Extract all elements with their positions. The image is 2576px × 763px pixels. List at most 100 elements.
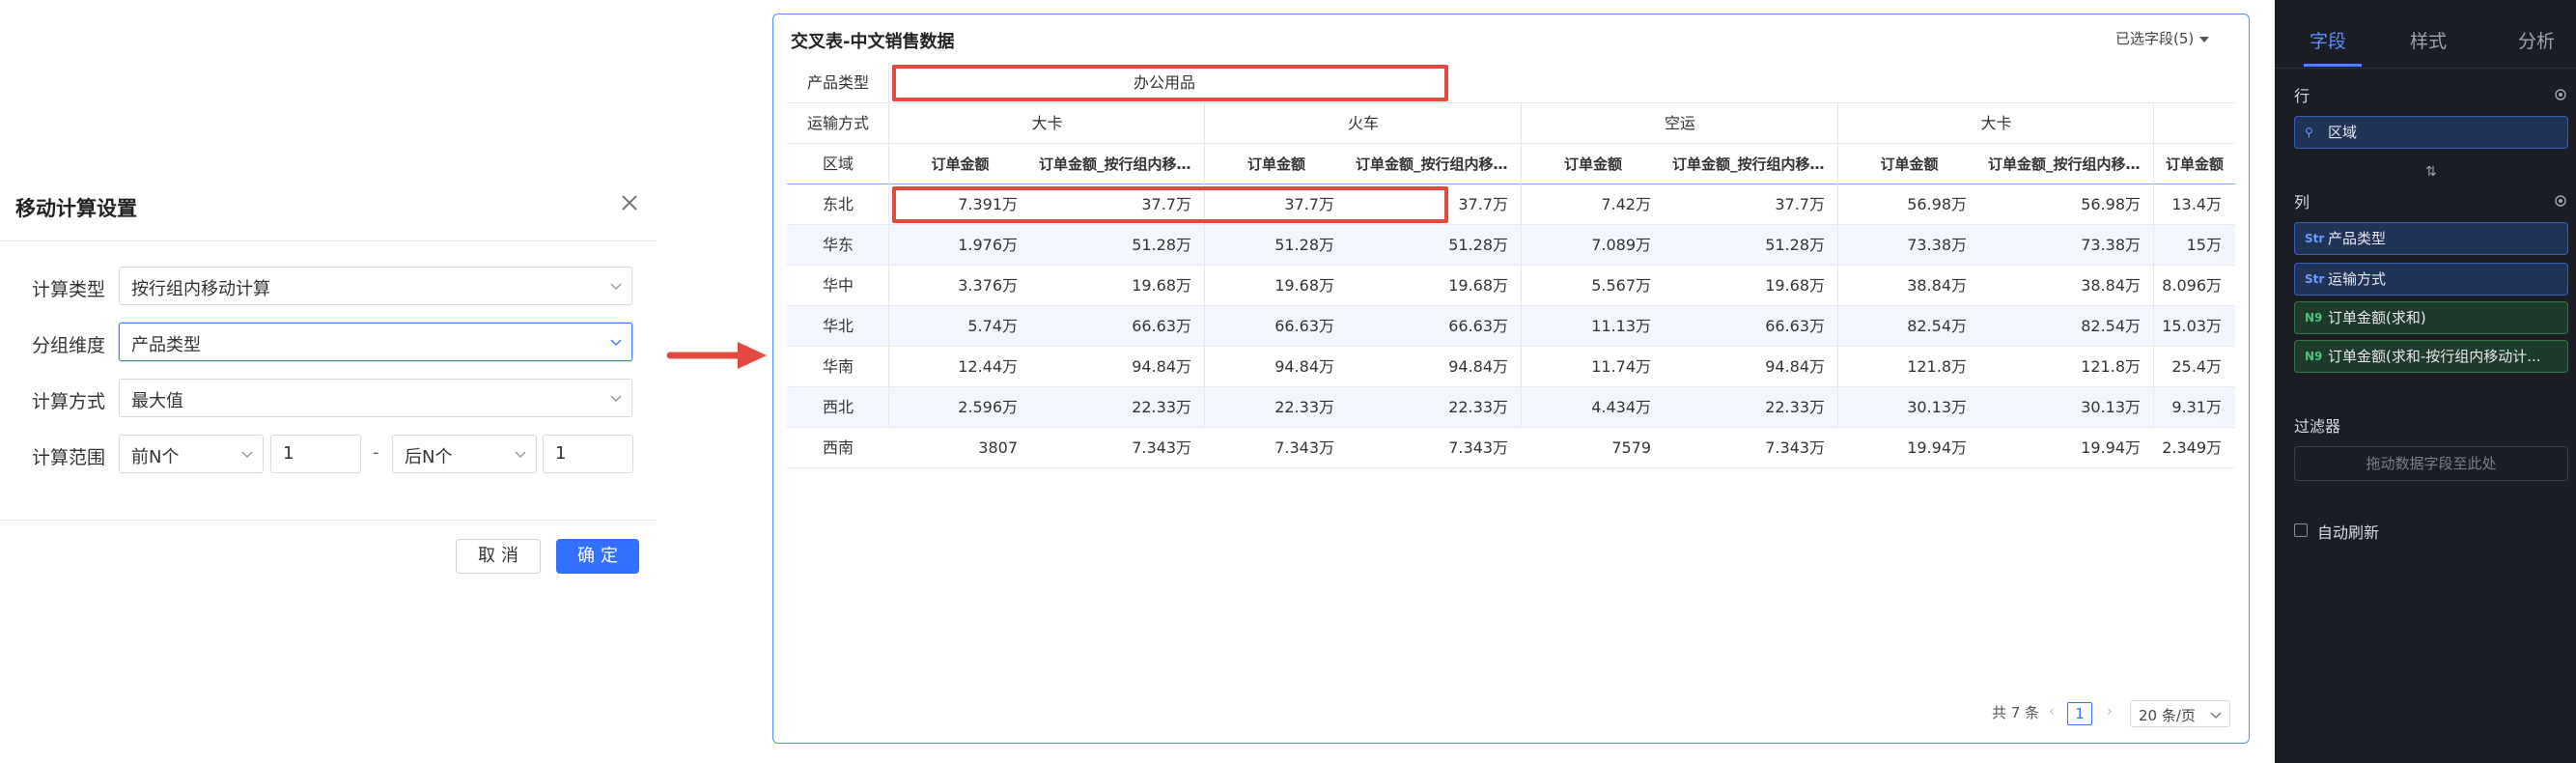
number-type-icon: N9 [2305, 311, 2323, 325]
panel-divider [2275, 68, 2576, 69]
value-cell: 94.84万 [1765, 357, 1825, 376]
cross-table-card: 交叉表-中文销售数据 已选字段(5) 产品类型 运输方式 区域 办公用品 大卡 火车 空运大… [772, 14, 2250, 744]
value-cell: 1.976万 [958, 236, 1018, 254]
range-before-select-value: 前N个 [131, 447, 180, 467]
grid-vline [1837, 103, 1838, 428]
transport-group-header: 大卡 [1031, 114, 1063, 132]
value-cell: 25.4万 [2171, 357, 2222, 376]
region-cell: 西北 [822, 398, 854, 416]
value-cell: 19.68万 [1274, 276, 1334, 295]
calc-method-row: 计算方式 最大值 [0, 379, 657, 419]
measure-header: 订单金额 [2165, 155, 2224, 173]
auto-refresh-checkbox[interactable] [2294, 523, 2308, 537]
value-cell: 19.94万 [1907, 438, 1967, 457]
cols-section-label: 列 [2294, 193, 2310, 212]
calc-type-select[interactable]: 按行组内移动计算 [119, 267, 632, 305]
measure-header: 订单金额 [1246, 155, 1305, 173]
col-field-chip-transport[interactable]: Str 运输方式 [2294, 263, 2568, 296]
next-page-icon[interactable]: › [2107, 702, 2113, 720]
range-before-select[interactable]: 前N个 [119, 435, 264, 473]
range-before-input[interactable]: 1 [270, 435, 361, 473]
ok-button[interactable]: 确定 [556, 539, 639, 574]
page-number-current[interactable]: 1 [2067, 702, 2092, 725]
pivot-grid: 产品类型运输方式区域办公用品大卡火车空运大卡订单金额订单金额_按行组内移动计算订… [787, 63, 2235, 502]
measure-header: 订单金额_按行组内移动计算 [1988, 155, 2146, 173]
value-cell: 11.13万 [1591, 317, 1651, 335]
measure-header: 订单金额_按行组内移动计算 [1672, 155, 1831, 173]
calc-method-select[interactable]: 最大值 [119, 379, 632, 417]
value-cell: 7.343万 [1132, 438, 1191, 457]
value-cell: 51.28万 [1132, 236, 1191, 254]
region-cell: 华东 [822, 236, 854, 254]
value-cell: 7.343万 [1765, 438, 1825, 457]
auto-refresh-label: 自动刷新 [2317, 523, 2380, 542]
value-cell: 3807 [978, 438, 1018, 457]
pager-total: 共 7 条 [1992, 704, 2040, 721]
filter-drop-zone[interactable]: 拖动数据字段至此处 [2294, 446, 2568, 481]
value-cell: 9.31万 [2171, 398, 2222, 416]
value-cell: 38.84万 [2081, 276, 2141, 295]
measure-chip-sum[interactable]: N9 订单金额(求和) [2294, 301, 2568, 334]
chevron-down-icon [241, 451, 253, 459]
measure-label: 订单金额(求和-按行组内移动计... [2328, 348, 2541, 365]
value-cell: 30.13万 [2081, 398, 2141, 416]
value-cell: 56.98万 [2081, 195, 2141, 213]
value-cell: 22.33万 [1132, 398, 1191, 416]
value-cell: 37.7万 [1775, 195, 1825, 213]
region-cell: 西南 [822, 438, 854, 457]
prev-page-icon[interactable]: ‹ [2049, 702, 2055, 720]
grid-vline [1521, 103, 1522, 428]
value-cell: 22.33万 [1765, 398, 1825, 416]
col-field-chip-product[interactable]: Str 产品类型 [2294, 222, 2568, 255]
group-dim-row: 分组维度 产品类型 [0, 323, 657, 363]
col-field-label: 运输方式 [2328, 270, 2387, 288]
page-size-select[interactable]: 20 条/页 [2130, 700, 2230, 727]
table-title: 交叉表-中文销售数据 [791, 32, 955, 52]
transport-group-header: 大卡 [1980, 114, 2012, 132]
dialog-footer: 取消 确定 [0, 520, 657, 579]
value-cell: 19.68万 [1132, 276, 1191, 295]
value-cell: 7.343万 [1448, 438, 1508, 457]
value-cell: 94.84万 [1132, 357, 1191, 376]
tab-style[interactable]: 样式 [2410, 27, 2447, 53]
arrow-right-icon [666, 342, 767, 369]
transport-group-header: 火车 [1347, 114, 1379, 132]
cancel-button[interactable]: 取消 [456, 539, 541, 574]
value-cell: 7579 [1611, 438, 1651, 457]
calc-type-row: 计算类型 按行组内移动计算 [0, 267, 657, 307]
chevron-down-icon [515, 451, 526, 459]
close-icon[interactable] [618, 191, 641, 214]
gear-icon[interactable] [2553, 193, 2568, 209]
grid-vline [1204, 103, 1205, 428]
value-cell: 73.38万 [1907, 236, 1967, 254]
value-cell: 7.343万 [1274, 438, 1334, 457]
measure-label: 订单金额(求和) [2328, 309, 2426, 326]
measure-chip-moving[interactable]: N9 订单金额(求和-按行组内移动计... [2294, 340, 2568, 373]
highlight-box-product [892, 65, 1448, 101]
value-cell: 66.63万 [1274, 317, 1334, 335]
region-cell: 华北 [822, 317, 854, 335]
group-dim-select[interactable]: 产品类型 [119, 323, 632, 361]
tab-analysis[interactable]: 分析 [2518, 27, 2555, 53]
location-icon: ⚲ [2305, 126, 2313, 139]
value-cell: 2.596万 [958, 398, 1018, 416]
range-after-select[interactable]: 后N个 [392, 435, 537, 473]
chevron-down-icon [610, 339, 622, 347]
tab-fields[interactable]: 字段 [2310, 27, 2346, 53]
number-type-icon: N9 [2305, 350, 2323, 363]
selected-fields-dropdown[interactable]: 已选字段(5) [2115, 28, 2210, 48]
value-cell: 30.13万 [1907, 398, 1967, 416]
rows-section-label: 行 [2294, 87, 2310, 105]
value-cell: 66.63万 [1448, 317, 1508, 335]
page-size-value: 20 条/页 [2139, 707, 2196, 724]
value-cell: 82.54万 [1907, 317, 1967, 335]
dialog-header: 移动计算设置 [0, 174, 657, 241]
gear-icon[interactable] [2553, 87, 2568, 102]
range-after-input[interactable]: 1 [543, 435, 633, 473]
value-cell: 19.68万 [1448, 276, 1508, 295]
row-field-chip[interactable]: ⚲ 区域 [2294, 116, 2568, 149]
calc-method-value: 最大值 [131, 391, 183, 411]
value-cell: 22.33万 [1274, 398, 1334, 416]
value-cell: 22.33万 [1448, 398, 1508, 416]
swap-icon[interactable]: ⇅ [2425, 164, 2437, 180]
